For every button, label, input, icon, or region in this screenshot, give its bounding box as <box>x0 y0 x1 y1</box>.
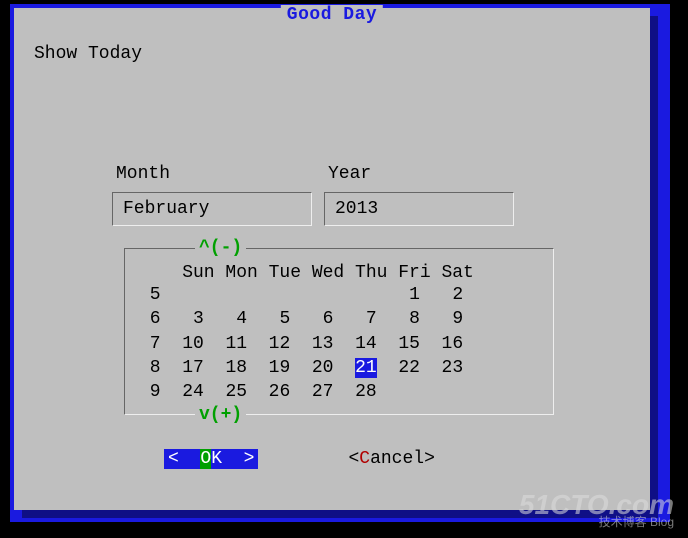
day-cell[interactable]: 7 <box>355 309 377 329</box>
day-cell[interactable]: 2 <box>442 285 464 305</box>
day-cell[interactable]: 1 <box>398 285 420 305</box>
day-cell[interactable]: 19 <box>269 358 291 378</box>
ok-button[interactable]: < OK > <box>164 449 258 469</box>
day-cell <box>182 285 204 305</box>
day-cell[interactable]: 5 <box>269 309 291 329</box>
button-row: < OK > <Cancel> <box>164 449 630 469</box>
year-field[interactable]: 2013 <box>324 192 514 226</box>
day-cell[interactable]: 18 <box>225 358 247 378</box>
day-cell <box>398 382 420 402</box>
day-cell[interactable]: 17 <box>182 358 204 378</box>
day-cell[interactable]: 22 <box>398 358 420 378</box>
month-label: Month <box>116 164 312 184</box>
scroll-down-hint[interactable]: v(+) <box>195 405 246 425</box>
day-cell[interactable]: 27 <box>312 382 334 402</box>
day-cell[interactable]: 4 <box>225 309 247 329</box>
day-cell <box>312 285 334 305</box>
day-cell[interactable]: 10 <box>182 334 204 354</box>
scroll-up-hint[interactable]: ^(-) <box>195 238 246 258</box>
month-field[interactable]: February <box>112 192 312 226</box>
calendar-dialog: Good Day Show Today Month February Year … <box>14 8 650 510</box>
show-today-label: Show Today <box>34 44 630 64</box>
day-cell[interactable]: 3 <box>182 309 204 329</box>
day-cell[interactable]: 23 <box>442 358 464 378</box>
day-cell[interactable]: 13 <box>312 334 334 354</box>
year-label: Year <box>328 164 514 184</box>
fields-row: Month February Year 2013 <box>112 164 630 226</box>
day-cell[interactable]: 28 <box>355 382 377 402</box>
day-cell <box>225 285 247 305</box>
calendar-row: 7 10 11 12 13 14 15 16 <box>139 332 535 356</box>
day-cell[interactable]: 8 <box>398 309 420 329</box>
day-cell[interactable]: 15 <box>398 334 420 354</box>
dialog-title: Good Day <box>281 5 383 25</box>
calendar-header: Sun Mon Tue Wed Thu Fri Sat <box>139 263 535 283</box>
calendar-body[interactable]: 5 1 2 6 3 4 5 6 7 8 9 7 10 11 12 13 14 1… <box>139 283 535 404</box>
day-cell[interactable]: 16 <box>442 334 464 354</box>
day-cell[interactable]: 20 <box>312 358 334 378</box>
calendar-row: 8 17 18 19 20 21 22 23 <box>139 356 535 380</box>
day-cell <box>442 382 464 402</box>
day-cell[interactable]: 24 <box>182 382 204 402</box>
calendar-row: 5 1 2 <box>139 283 535 307</box>
calendar-box: ^(-) Sun Mon Tue Wed Thu Fri Sat 5 1 2 6… <box>124 248 554 415</box>
day-cell <box>355 285 377 305</box>
calendar-row: 9 24 25 26 27 28 <box>139 380 535 404</box>
day-cell[interactable]: 12 <box>269 334 291 354</box>
day-cell[interactable]: 11 <box>225 334 247 354</box>
day-cell <box>269 285 291 305</box>
day-cell-selected[interactable]: 21 <box>355 358 377 378</box>
cancel-button[interactable]: <Cancel> <box>348 449 434 469</box>
day-cell[interactable]: 6 <box>312 309 334 329</box>
day-cell[interactable]: 25 <box>225 382 247 402</box>
day-cell[interactable]: 26 <box>269 382 291 402</box>
calendar-row: 6 3 4 5 6 7 8 9 <box>139 307 535 331</box>
day-cell[interactable]: 14 <box>355 334 377 354</box>
day-cell[interactable]: 9 <box>442 309 464 329</box>
